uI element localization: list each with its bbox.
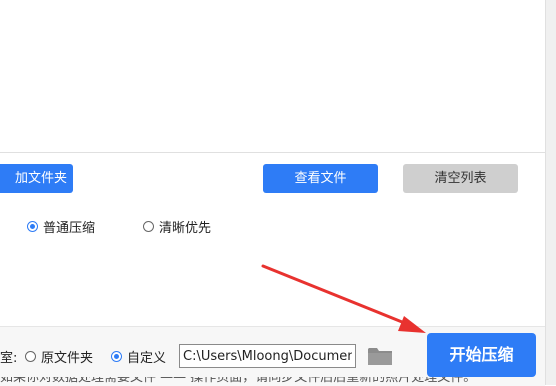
output-location-label: 室: [0, 351, 18, 366]
radio-indicator[interactable] [111, 351, 122, 362]
add-folder-button[interactable]: 加文件夹 [0, 164, 73, 193]
bottom-hint-label: 如果你对数据处理需要文件 —— 操作页面，请同步文件后后重新的照片处理文件。 [0, 377, 477, 385]
folder-icon[interactable] [367, 345, 393, 367]
start-compress-button[interactable]: 开始压缩 [427, 333, 536, 377]
radio-normal-compression[interactable]: 普通压缩 [27, 217, 95, 236]
radio-label: 原文件夹 [41, 351, 94, 366]
radio-label: 清晰优先 [159, 221, 212, 236]
radio-clarity-first[interactable]: 清晰优先 [143, 217, 211, 236]
radio-original-folder[interactable]: 原文件夹 [25, 347, 93, 366]
divider-top [0, 152, 545, 153]
radio-label: 普通压缩 [43, 221, 96, 236]
bottom-hint-text: 如果你对数据处理需要文件 —— 操作页面，请同步文件后后重新的照片处理文件。 [0, 377, 545, 385]
file-list-area [0, 0, 545, 152]
radio-indicator[interactable] [27, 221, 38, 232]
view-files-button[interactable]: 查看文件 [263, 164, 378, 193]
radio-custom-folder[interactable]: 自定义 [111, 347, 166, 366]
radio-indicator[interactable] [25, 351, 36, 362]
radio-indicator[interactable] [143, 221, 154, 232]
clear-list-button[interactable]: 清空列表 [403, 164, 518, 193]
window-scrollbar[interactable] [545, 0, 556, 385]
output-path-input[interactable] [179, 344, 356, 368]
radio-label: 自定义 [127, 351, 167, 366]
